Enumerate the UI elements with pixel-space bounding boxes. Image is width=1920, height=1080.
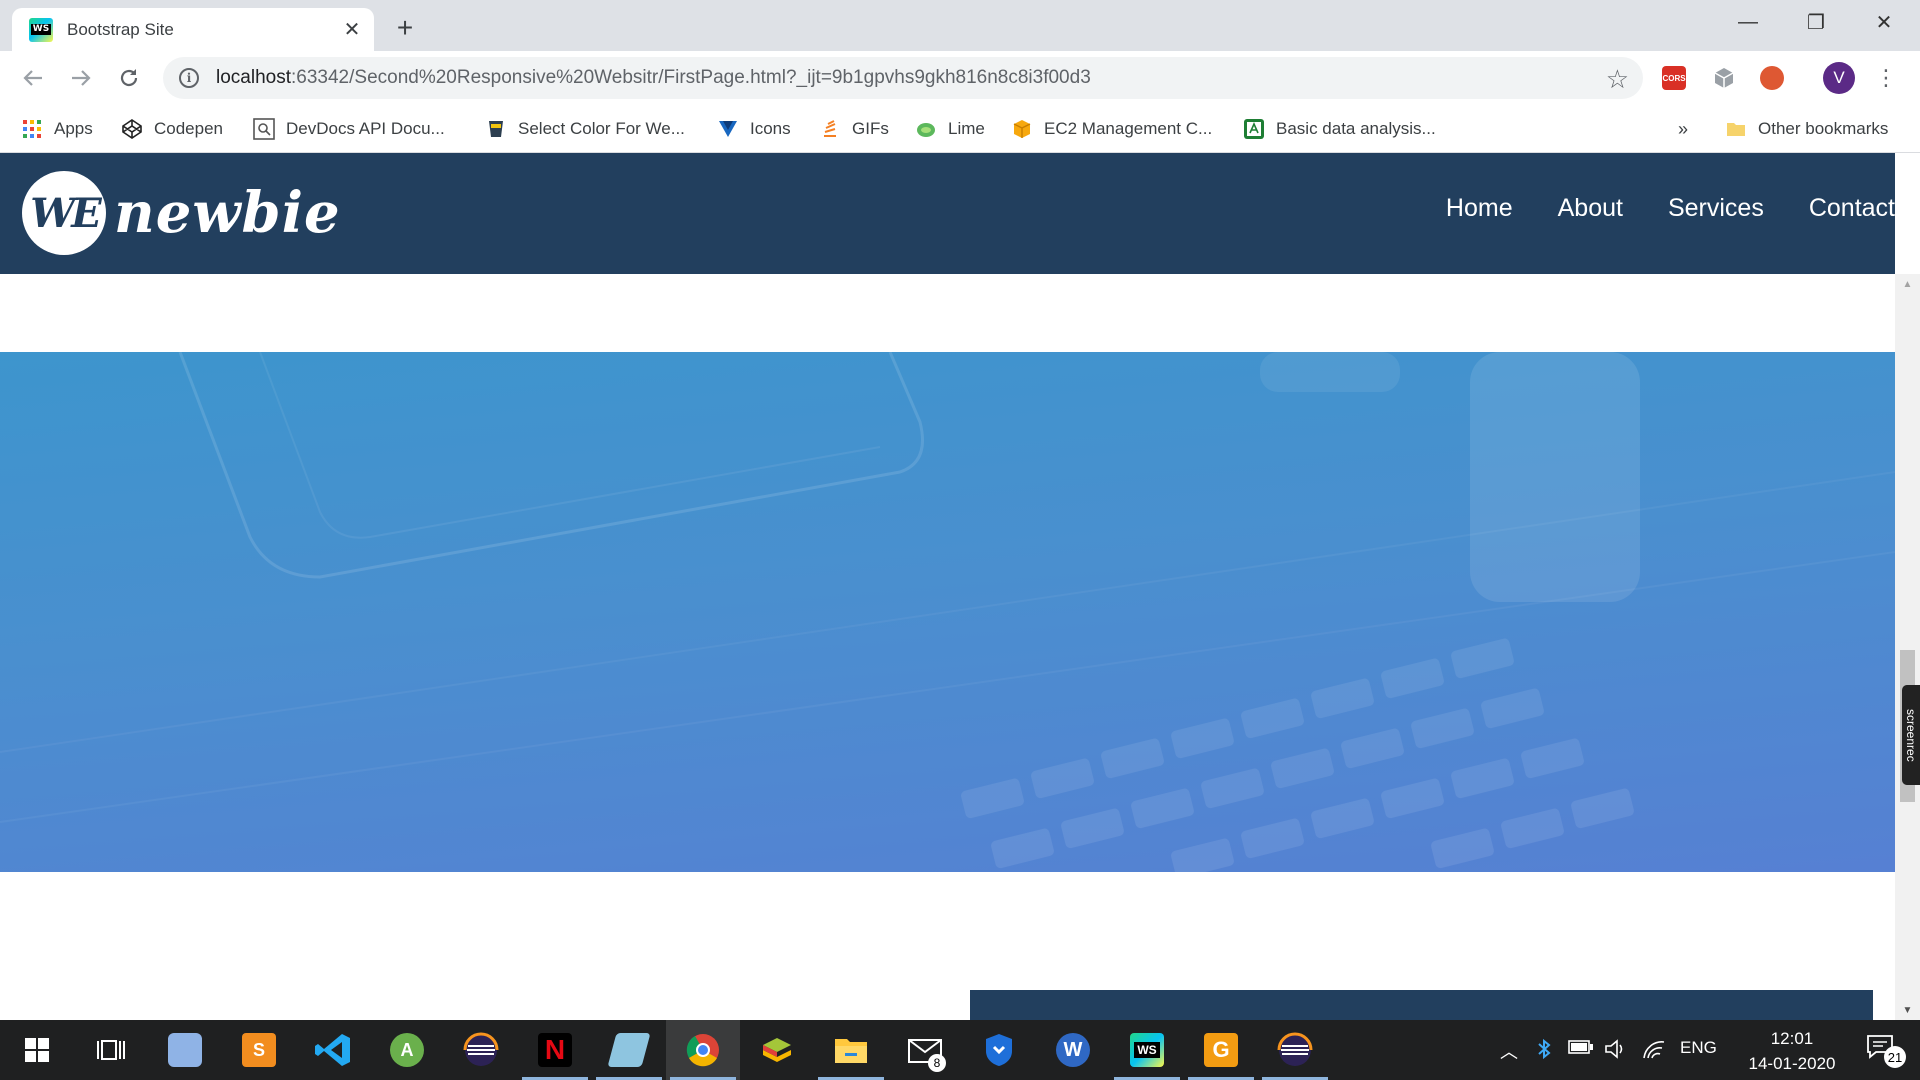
color-picker-icon: [484, 117, 508, 141]
hero-background-image: [0, 352, 1895, 872]
nav-home-link[interactable]: Home: [1446, 194, 1513, 223]
vscode-icon[interactable]: [296, 1020, 370, 1080]
bookmark-basic-data-analysis[interactable]: Basic data analysis...: [1242, 114, 1436, 144]
windows-taskbar: S A N 8 W WS G ︿ ENG 12:01 14-01-2020 21: [0, 1020, 1920, 1080]
nav-about-link[interactable]: About: [1558, 194, 1623, 223]
android-studio-icon[interactable]: A: [370, 1020, 444, 1080]
bookmark-star-icon[interactable]: ☆: [1606, 64, 1629, 95]
browser-tab[interactable]: WS Bootstrap Site ✕: [12, 8, 374, 51]
bookmark-devdocs[interactable]: DevDocs API Docu...: [252, 114, 445, 144]
chrome-icon[interactable]: [666, 1020, 740, 1080]
notification-count-badge: 21: [1884, 1046, 1906, 1068]
codepen-icon: [120, 117, 144, 141]
action-center-icon[interactable]: 21: [1866, 1034, 1906, 1068]
browser-menu-icon[interactable]: ⋮: [1872, 64, 1900, 92]
minimize-button[interactable]: —: [1714, 0, 1782, 44]
site-navbar: WE newbie Home About Services Contact: [0, 153, 1895, 274]
scroll-down-arrow-icon[interactable]: ▼: [1895, 1000, 1920, 1020]
clock-date: 14-01-2020: [1748, 1054, 1836, 1073]
bluetooth-icon[interactable]: [1535, 1038, 1553, 1065]
wps-writer-icon[interactable]: W: [1036, 1020, 1110, 1080]
bookmark-apps[interactable]: Apps: [20, 114, 93, 144]
browser-tab-strip: WS Bootstrap Site ✕ + — ❐ ✕: [0, 0, 1920, 51]
site-logo[interactable]: WE newbie: [22, 171, 341, 255]
tab-title: Bootstrap Site: [67, 19, 174, 39]
netflix-icon[interactable]: N: [518, 1020, 592, 1080]
bookmark-other-bookmarks[interactable]: Other bookmarks: [1724, 114, 1888, 144]
close-window-button[interactable]: ✕: [1850, 0, 1918, 44]
logo-mark: WE: [22, 171, 106, 255]
address-bar[interactable]: i localhost:63342/Second%20Responsive%20…: [163, 57, 1643, 99]
task-view-icon[interactable]: [74, 1020, 148, 1080]
nav-services-link[interactable]: Services: [1668, 194, 1764, 223]
aws-box-icon: [1010, 117, 1034, 141]
bookmarks-overflow-button[interactable]: »: [1678, 114, 1688, 144]
bookmark-codepen[interactable]: Codepen: [120, 114, 223, 144]
brave-icon[interactable]: [962, 1020, 1036, 1080]
restore-button[interactable]: ❐: [1782, 0, 1850, 44]
vuetify-icon: [716, 117, 740, 141]
eclipse-icon[interactable]: [1258, 1020, 1332, 1080]
url-host: localhost: [216, 67, 291, 88]
browser-toolbar: i localhost:63342/Second%20Responsive%20…: [0, 51, 1920, 105]
taskbar-clock[interactable]: 12:01 14-01-2020: [1737, 1026, 1847, 1076]
bookmark-ec2[interactable]: EC2 Management C...: [1010, 114, 1212, 144]
cube-extension-icon[interactable]: [1710, 64, 1738, 92]
folder-icon: [1724, 117, 1748, 141]
tray-overflow-chevron-icon[interactable]: ︿: [1500, 1038, 1518, 1064]
site-info-icon[interactable]: i: [179, 68, 199, 88]
scroll-up-arrow-icon[interactable]: ▲: [1895, 274, 1920, 294]
clock-time: 12:01: [1770, 1029, 1814, 1048]
back-arrow-icon[interactable]: [14, 59, 52, 97]
cors-extension-icon[interactable]: CORS: [1660, 64, 1688, 92]
page-viewport: WE newbie Home About Services Contact ▲ …: [0, 153, 1920, 1020]
duckduckgo-icon[interactable]: [1758, 64, 1786, 92]
notepad-icon[interactable]: [592, 1020, 666, 1080]
screenrec-widget[interactable]: screenrec: [1902, 685, 1920, 785]
mail-icon[interactable]: 8: [888, 1020, 962, 1080]
language-indicator[interactable]: ENG: [1680, 1038, 1717, 1058]
gifs-icon: [818, 117, 842, 141]
bookmark-lime[interactable]: Lime: [914, 114, 985, 144]
volume-icon[interactable]: [1604, 1038, 1628, 1065]
reload-icon[interactable]: [110, 59, 148, 97]
virtualbox-icon[interactable]: [148, 1020, 222, 1080]
file-explorer-icon[interactable]: [814, 1020, 888, 1080]
windows-start-icon[interactable]: [0, 1020, 74, 1080]
tab-close-icon[interactable]: ✕: [338, 16, 366, 44]
mail-badge: 8: [928, 1054, 946, 1072]
pdf-tool-icon[interactable]: G: [1184, 1020, 1258, 1080]
system-tray: ︿ ENG 12:01 14-01-2020 21: [1480, 1020, 1920, 1080]
webstorm-icon[interactable]: WS: [1110, 1020, 1184, 1080]
webstorm-favicon-icon: WS: [29, 17, 53, 42]
logo-text: newbie: [114, 180, 341, 246]
android-studio-icon: [1242, 117, 1266, 141]
nav-contact-link[interactable]: Contact: [1809, 194, 1895, 223]
battery-icon[interactable]: [1568, 1038, 1594, 1061]
bookmark-select-color[interactable]: Select Color For We...: [484, 114, 685, 144]
page-scrollbar[interactable]: ▲ ▼: [1895, 274, 1920, 1020]
new-tab-button[interactable]: +: [388, 11, 422, 45]
apps-grid-icon: [20, 117, 44, 141]
bookmarks-bar: Apps Codepen DevDocs API Docu... Select …: [0, 105, 1920, 153]
hero-banner: [0, 352, 1895, 872]
url-path: :63342/Second%20Responsive%20Websitr/Fir…: [291, 67, 1091, 88]
site-menu: Home About Services Contact: [1446, 194, 1895, 223]
content-card-top: [970, 990, 1873, 1020]
sublime-text-icon[interactable]: S: [222, 1020, 296, 1080]
bookmark-icons[interactable]: Icons: [716, 114, 791, 144]
bookmark-gifs[interactable]: GIFs: [818, 114, 889, 144]
profile-avatar[interactable]: V: [1822, 61, 1856, 95]
bluestacks-icon[interactable]: [740, 1020, 814, 1080]
lime-icon: [914, 117, 938, 141]
eclipse-icon[interactable]: [444, 1020, 518, 1080]
forward-arrow-icon[interactable]: [62, 59, 100, 97]
wifi-icon[interactable]: [1642, 1038, 1666, 1065]
devdocs-icon: [252, 117, 276, 141]
